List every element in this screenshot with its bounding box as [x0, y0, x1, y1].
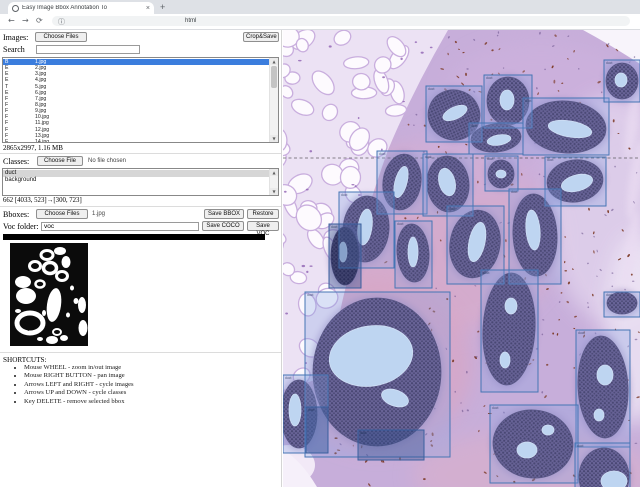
mask-strip [3, 234, 265, 240]
image-file-list[interactable]: B1.jpgE2.jpgE3.jpgE4.jpgT5.jpgE6.jpgF7.j… [2, 57, 279, 143]
bbox-annotation[interactable] [485, 156, 518, 191]
bbox-annotation[interactable] [481, 270, 538, 392]
images-label: Images: [3, 33, 28, 42]
bbox-annotation[interactable] [576, 330, 630, 447]
histology-image: duct duct duct duct duct duct duct duct duct duct… [283, 30, 640, 487]
file-list-scrollbar[interactable]: ▲ ▼ [269, 58, 278, 142]
bbox-label: duct [492, 406, 498, 410]
bbox-annotation[interactable] [358, 430, 424, 460]
url-text: html [185, 18, 196, 24]
bbox-annotation[interactable] [395, 221, 432, 288]
bbox-label: duct [547, 158, 553, 162]
bbox-label: duct [331, 225, 337, 229]
class-list[interactable]: ductbackground ▲ ▼ [2, 168, 279, 196]
tab-title: Easy Image Bbox Annotation To [22, 5, 144, 11]
search-input[interactable] [36, 45, 140, 54]
voc-folder-input[interactable] [41, 222, 199, 231]
bbox-label: duct [428, 87, 434, 91]
divider [0, 206, 281, 207]
shortcut-item: Mouse RIGHT BUTTON - pan image [24, 372, 134, 380]
bbox-label: duct [525, 99, 531, 103]
favicon-icon [12, 5, 19, 12]
browser-toolbar: ← → ⟳ ⓘ html [0, 14, 640, 30]
mask-preview-image [10, 243, 88, 346]
divider [0, 352, 281, 353]
bbox-label: duct [449, 207, 455, 211]
class-list-scrollbar[interactable]: ▲ ▼ [269, 169, 278, 195]
shortcut-item: Mouse WHEEL - zoom in/out image [24, 364, 134, 372]
bbox-label: duct [606, 61, 612, 65]
shortcuts-title: SHORTCUTS: [3, 356, 47, 364]
save-coco-button[interactable]: Save COCO [202, 221, 244, 231]
shortcut-item: Key DELETE - remove selected bbox [24, 398, 134, 406]
bbox-label: duct [486, 76, 492, 80]
classes-choose-file-button[interactable]: Choose File [37, 156, 83, 166]
bbox-label: duct [285, 376, 291, 380]
bboxes-file-text: 1.jpg [92, 211, 105, 217]
tab-close-icon[interactable]: × [146, 5, 150, 12]
scroll-down-icon[interactable]: ▼ [270, 135, 278, 142]
shortcuts-list: Mouse WHEEL - zoom in/out imageMouse RIG… [16, 364, 134, 406]
bbox-label: duct [511, 190, 517, 194]
bbox-annotation[interactable] [523, 98, 609, 155]
bbox-annotation[interactable] [306, 407, 328, 453]
bboxes-choose-files-button[interactable]: Choose Files [36, 209, 88, 219]
voc-folder-label: Voc folder: [3, 222, 39, 231]
save-bbox-button[interactable]: Save BBOX [204, 209, 244, 219]
file-list-item[interactable]: F14.jpg [3, 139, 269, 143]
bbox-annotation[interactable] [604, 60, 640, 102]
bbox-coords-info: 662 [4033, 523]→[300, 723] [3, 197, 82, 204]
bbox-label: duct [483, 271, 489, 275]
bbox-label: duct [471, 124, 477, 128]
shortcut-item: Arrows LEFT and RIGHT - cycle images [24, 381, 134, 389]
browser-tab-bar: Easy Image Bbox Annotation To × + [0, 0, 640, 14]
forward-icon[interactable]: → [22, 16, 29, 25]
bbox-annotation[interactable] [329, 224, 361, 288]
search-label: Search [3, 45, 25, 54]
crop-save-button[interactable]: Crop&Save [243, 32, 279, 42]
save-voc-button[interactable]: Save VOC [247, 221, 279, 231]
bbox-label: duct [606, 293, 612, 297]
bbox-label: duct [379, 152, 385, 156]
images-choose-files-button[interactable]: Choose Files [35, 32, 87, 42]
scroll-up-icon[interactable]: ▲ [270, 58, 278, 65]
classes-label: Classes: [3, 157, 29, 166]
image-size-info: 2865x2997, 1.16 MB [3, 144, 63, 152]
classes-no-file-text: No file chosen [88, 158, 126, 164]
bbox-label: duct [308, 408, 314, 412]
shortcut-item: Arrows UP and DOWN - cycle classes [24, 389, 134, 397]
bbox-label: duct [397, 222, 403, 226]
bbox-annotation[interactable] [575, 443, 630, 487]
browser-tab[interactable]: Easy Image Bbox Annotation To × [8, 2, 154, 14]
bboxes-label: Bboxes: [3, 210, 29, 219]
restore-button[interactable]: Restore [247, 209, 279, 219]
bbox-label: duct [487, 157, 493, 161]
new-tab-button[interactable]: + [160, 2, 165, 13]
annotation-canvas[interactable]: duct duct duct duct duct duct duct duct duct duct… [283, 30, 640, 487]
class-list-item[interactable]: duct [3, 170, 269, 177]
bbox-label: duct [307, 293, 313, 297]
scroll-up-icon[interactable]: ▲ [270, 169, 278, 176]
reload-icon[interactable]: ⟳ [36, 16, 43, 25]
divider [0, 153, 281, 154]
bbox-label: duct [578, 331, 584, 335]
bbox-label: duct [341, 193, 347, 197]
scrollbar-thumb[interactable] [271, 66, 277, 88]
back-icon[interactable]: ← [8, 16, 15, 25]
bbox-label: duct [360, 431, 366, 435]
bbox-label: duct [425, 155, 431, 159]
class-list-item[interactable]: background [3, 177, 269, 184]
url-bar[interactable]: ⓘ html [52, 16, 630, 26]
page-info-icon[interactable]: ⓘ [58, 17, 65, 27]
control-panel: Images: Choose Files Crop&Save Search B1… [0, 30, 282, 487]
bbox-label: duct [577, 444, 583, 448]
bbox-annotation[interactable] [490, 405, 578, 483]
scroll-down-icon[interactable]: ▼ [270, 188, 278, 195]
